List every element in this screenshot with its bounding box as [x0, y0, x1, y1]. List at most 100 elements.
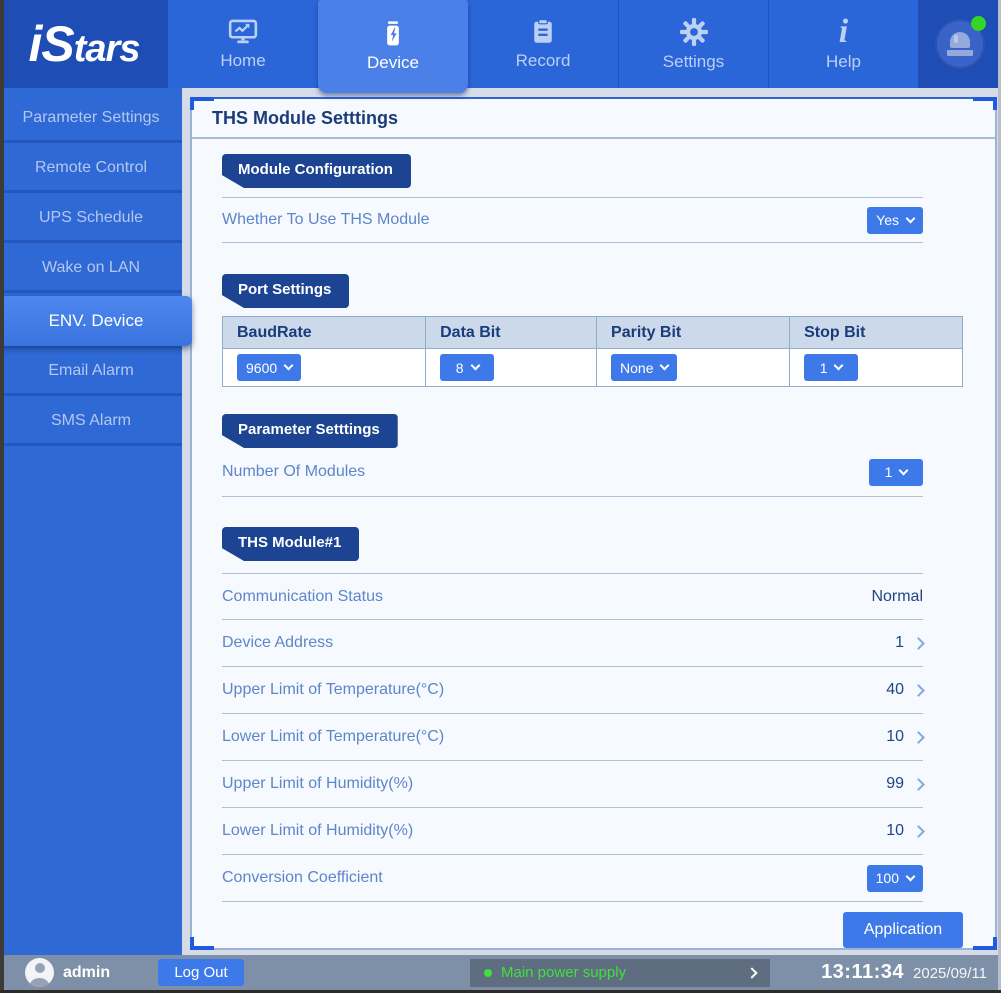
col-data-bit: Data Bit	[426, 317, 597, 349]
panel-corner-bottom-left	[190, 937, 214, 950]
tab-settings[interactable]: Settings	[618, 0, 768, 88]
row-value: 40	[886, 681, 904, 699]
sidebar-item-ups-schedule[interactable]: UPS Schedule	[0, 196, 182, 243]
chevron-right-icon	[912, 684, 925, 697]
siren-icon	[950, 32, 970, 48]
row-label: Lower Limit of Temperature(°C)	[222, 728, 444, 746]
row-conversion-coefficient: Conversion Coefficient 100	[222, 855, 923, 902]
chevron-down-icon	[284, 361, 294, 371]
alarm-button[interactable]	[935, 19, 985, 69]
port-settings-table: BaudRate Data Bit Parity Bit Stop Bit 96…	[222, 316, 963, 387]
number-of-modules-select[interactable]: 1	[869, 459, 923, 486]
info-italic-icon: i	[839, 17, 848, 47]
row-label: Device Address	[222, 634, 333, 652]
section-port-settings: Port Settings BaudRate Data Bit Parity B…	[222, 274, 965, 387]
tab-help[interactable]: i Help	[768, 0, 918, 88]
chevron-right-icon	[912, 637, 925, 650]
panel-corner-top-right	[973, 97, 997, 110]
siren-base	[947, 50, 973, 56]
row-label: Number Of Modules	[222, 463, 365, 481]
data-bit-select[interactable]: 8	[440, 354, 494, 381]
row-value: Normal	[871, 588, 923, 606]
row-label: Upper Limit of Temperature(°C)	[222, 681, 444, 699]
window-edge-left	[0, 0, 4, 993]
power-status-box[interactable]: Main power supply	[470, 959, 770, 987]
chevron-down-icon	[899, 465, 909, 475]
section-module-configuration: Module Configuration Whether To Use THS …	[222, 154, 965, 243]
chevron-right-icon	[746, 967, 757, 978]
section-badge-ths-module-1: THS Module#1	[222, 527, 359, 561]
siren-highlight	[954, 35, 958, 43]
chevron-down-icon	[470, 361, 480, 371]
chevron-right-icon	[912, 825, 925, 838]
section-ths-module-1: THS Module#1 Communication Status Normal…	[222, 527, 965, 948]
app-window: iStars Home Device	[0, 0, 1001, 993]
conversion-coefficient-select[interactable]: 100	[867, 865, 923, 892]
monitor-chart-icon	[227, 18, 259, 46]
sidebar-item-parameter-settings[interactable]: Parameter Settings	[0, 96, 182, 143]
top-navigation-bar: iStars Home Device	[0, 0, 1001, 88]
application-button[interactable]: Application	[843, 912, 963, 948]
alarm-status-dot	[971, 16, 986, 31]
ths-rows: Communication Status Normal Device Addre…	[222, 573, 965, 902]
date-display: 2025/09/11	[913, 965, 987, 982]
row-upper-limit-humidity[interactable]: Upper Limit of Humidity(%) 99	[222, 761, 923, 808]
row-value: 99	[886, 775, 904, 793]
nav-right-zone	[918, 0, 1001, 88]
tab-home[interactable]: Home	[168, 0, 318, 88]
row-value: 1	[895, 634, 904, 652]
sidebar-item-sms-alarm[interactable]: SMS Alarm	[0, 399, 182, 446]
logo-zone: iStars	[0, 0, 168, 88]
logout-button[interactable]: Log Out	[158, 959, 244, 986]
row-label: Whether To Use THS Module	[222, 211, 430, 229]
row-communication-status: Communication Status Normal	[222, 573, 923, 620]
sidebar-item-wake-on-lan[interactable]: Wake on LAN	[0, 246, 182, 293]
row-label: Communication Status	[222, 588, 383, 606]
section-badge-port-settings: Port Settings	[222, 274, 349, 308]
row-value: 10	[886, 728, 904, 746]
table-header-row: BaudRate Data Bit Parity Bit Stop Bit	[223, 317, 963, 349]
clipboard-icon	[529, 18, 557, 46]
whether-ths-select[interactable]: Yes	[867, 207, 923, 234]
body-row: Parameter Settings Remote Control UPS Sc…	[0, 88, 1001, 955]
ups-bolt-icon	[378, 20, 408, 48]
row-label: Lower Limit of Humidity(%)	[222, 822, 413, 840]
row-label: Upper Limit of Humidity(%)	[222, 775, 413, 793]
sidebar-item-env-device[interactable]: ENV. Device	[0, 296, 192, 346]
username: admin	[63, 964, 110, 982]
user-avatar-icon	[25, 958, 54, 987]
section-parameter-settings: Parameter Setttings Number Of Modules 1	[222, 414, 965, 497]
chevron-down-icon	[660, 361, 670, 371]
istars-logo: iStars	[29, 19, 140, 69]
tab-device[interactable]: Device	[318, 0, 468, 93]
power-status-dot	[484, 969, 492, 977]
gear-icon	[679, 17, 709, 47]
chevron-down-icon	[834, 361, 844, 371]
table-row: 9600 8	[223, 349, 963, 387]
chevron-right-icon	[912, 778, 925, 791]
section-badge-module-configuration: Module Configuration	[222, 154, 411, 188]
stop-bit-select[interactable]: 1	[804, 354, 858, 381]
panel-corner-bottom-right	[973, 937, 997, 950]
panel-corner-top-left	[190, 97, 214, 110]
sidebar-item-email-alarm[interactable]: Email Alarm	[0, 349, 182, 396]
row-device-address[interactable]: Device Address 1	[222, 620, 923, 667]
baudrate-select[interactable]: 9600	[237, 354, 301, 381]
parity-bit-select[interactable]: None	[611, 354, 677, 381]
row-label: Conversion Coefficient	[222, 869, 383, 887]
row-upper-limit-temperature[interactable]: Upper Limit of Temperature(°C) 40	[222, 667, 923, 714]
chevron-right-icon	[912, 731, 925, 744]
power-status-label: Main power supply	[501, 964, 748, 981]
row-lower-limit-temperature[interactable]: Lower Limit of Temperature(°C) 10	[222, 714, 923, 761]
settings-panel: THS Module Setttings Module Configuratio…	[190, 97, 997, 950]
col-parity-bit: Parity Bit	[597, 317, 790, 349]
sidebar-item-remote-control[interactable]: Remote Control	[0, 146, 182, 193]
row-value: 10	[886, 822, 904, 840]
row-number-of-modules: Number Of Modules 1	[222, 448, 923, 497]
col-baudrate: BaudRate	[223, 317, 426, 349]
tab-record[interactable]: Record	[468, 0, 618, 88]
chevron-down-icon	[906, 871, 916, 881]
footer-bar: admin Log Out Main power supply 13:11:34…	[0, 955, 1001, 990]
row-lower-limit-humidity[interactable]: Lower Limit of Humidity(%) 10	[222, 808, 923, 855]
row-whether-ths: Whether To Use THS Module Yes	[222, 197, 923, 243]
